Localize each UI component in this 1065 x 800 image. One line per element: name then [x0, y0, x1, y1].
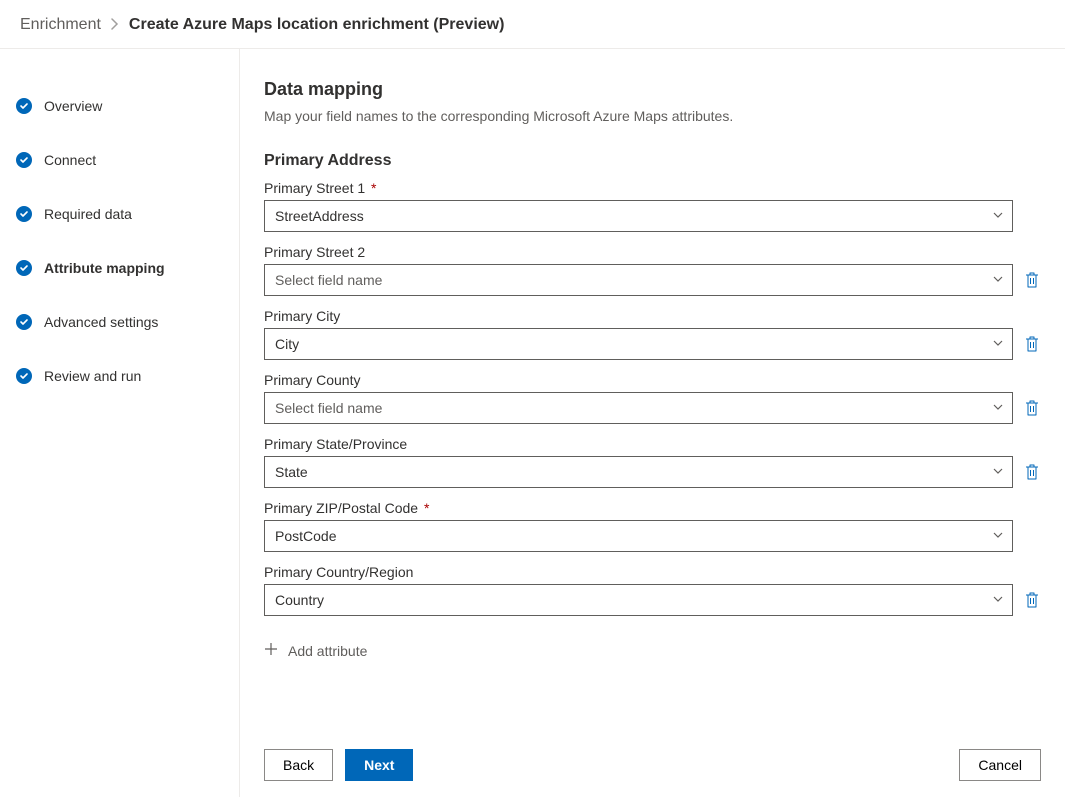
- field-row: Primary Country/Region Country: [264, 564, 1041, 616]
- field-label: Primary State/Province: [264, 436, 1041, 452]
- select-value: Country: [275, 592, 324, 608]
- trash-icon: [1025, 336, 1039, 352]
- page-description: Map your field names to the correspondin…: [264, 108, 1041, 124]
- step-complete-icon: [16, 314, 32, 330]
- select-value: State: [275, 464, 308, 480]
- chevron-down-icon: [992, 592, 1004, 608]
- step-complete-icon: [16, 260, 32, 276]
- wizard-step[interactable]: Advanced settings: [0, 295, 239, 349]
- delete-field-button[interactable]: [1023, 399, 1041, 417]
- step-label: Advanced settings: [44, 314, 158, 330]
- trash-icon: [1025, 464, 1039, 480]
- field-label: Primary County: [264, 372, 1041, 388]
- select-value: Select field name: [275, 272, 382, 288]
- step-label: Review and run: [44, 368, 141, 384]
- required-asterisk: *: [367, 180, 376, 196]
- breadcrumb-parent[interactable]: Enrichment: [20, 16, 101, 34]
- page-title: Data mapping: [264, 79, 1041, 100]
- step-label: Overview: [44, 98, 102, 114]
- field-select[interactable]: Select field name: [264, 392, 1013, 424]
- delete-field-button[interactable]: [1023, 463, 1041, 481]
- field-label: Primary ZIP/Postal Code *: [264, 500, 1041, 516]
- wizard-step[interactable]: Required data: [0, 187, 239, 241]
- chevron-down-icon: [992, 528, 1004, 544]
- plus-icon: [264, 642, 278, 659]
- wizard-step[interactable]: Overview: [0, 79, 239, 133]
- required-asterisk: *: [420, 500, 429, 516]
- trash-icon: [1025, 272, 1039, 288]
- step-label: Required data: [44, 206, 132, 222]
- trash-icon: [1025, 592, 1039, 608]
- wizard-step[interactable]: Connect: [0, 133, 239, 187]
- select-value: StreetAddress: [275, 208, 364, 224]
- field-row: Primary Street 1 * StreetAddress: [264, 180, 1041, 232]
- add-attribute-button[interactable]: Add attribute: [264, 628, 1041, 663]
- field-row: Primary ZIP/Postal Code * PostCode: [264, 500, 1041, 552]
- field-select[interactable]: StreetAddress: [264, 200, 1013, 232]
- wizard-step[interactable]: Attribute mapping: [0, 241, 239, 295]
- field-row: Primary City City: [264, 308, 1041, 360]
- back-button[interactable]: Back: [264, 749, 333, 781]
- step-complete-icon: [16, 206, 32, 222]
- breadcrumb-current: Create Azure Maps location enrichment (P…: [129, 16, 505, 34]
- delete-field-button[interactable]: [1023, 271, 1041, 289]
- step-label: Attribute mapping: [44, 260, 165, 276]
- chevron-down-icon: [992, 464, 1004, 480]
- step-complete-icon: [16, 152, 32, 168]
- next-button[interactable]: Next: [345, 749, 413, 781]
- field-row: Primary State/Province State: [264, 436, 1041, 488]
- cancel-button[interactable]: Cancel: [959, 749, 1041, 781]
- step-complete-icon: [16, 368, 32, 384]
- delete-field-button[interactable]: [1023, 591, 1041, 609]
- delete-field-button[interactable]: [1023, 335, 1041, 353]
- chevron-down-icon: [992, 208, 1004, 224]
- group-title: Primary Address: [264, 152, 1041, 170]
- chevron-down-icon: [992, 272, 1004, 288]
- breadcrumb: Enrichment Create Azure Maps location en…: [0, 0, 1065, 49]
- select-value: City: [275, 336, 299, 352]
- wizard-steps-sidebar: Overview Connect Required data Attribute ma…: [0, 49, 240, 797]
- field-select[interactable]: City: [264, 328, 1013, 360]
- field-row: Primary County Select field name: [264, 372, 1041, 424]
- field-label: Primary City: [264, 308, 1041, 324]
- select-value: Select field name: [275, 400, 382, 416]
- field-select[interactable]: State: [264, 456, 1013, 488]
- field-label: Primary Country/Region: [264, 564, 1041, 580]
- select-value: PostCode: [275, 528, 336, 544]
- chevron-right-icon: [111, 18, 119, 33]
- field-label: Primary Street 2: [264, 244, 1041, 260]
- chevron-down-icon: [992, 400, 1004, 416]
- step-label: Connect: [44, 152, 96, 168]
- field-select[interactable]: Country: [264, 584, 1013, 616]
- trash-icon: [1025, 400, 1039, 416]
- wizard-step[interactable]: Review and run: [0, 349, 239, 403]
- add-attribute-label: Add attribute: [288, 643, 367, 659]
- field-row: Primary Street 2 Select field name: [264, 244, 1041, 296]
- field-label: Primary Street 1 *: [264, 180, 1041, 196]
- step-complete-icon: [16, 98, 32, 114]
- main-content: Data mapping Map your field names to the…: [240, 49, 1065, 733]
- field-select[interactable]: PostCode: [264, 520, 1013, 552]
- chevron-down-icon: [992, 336, 1004, 352]
- wizard-footer: Back Next Cancel: [240, 733, 1065, 797]
- field-select[interactable]: Select field name: [264, 264, 1013, 296]
